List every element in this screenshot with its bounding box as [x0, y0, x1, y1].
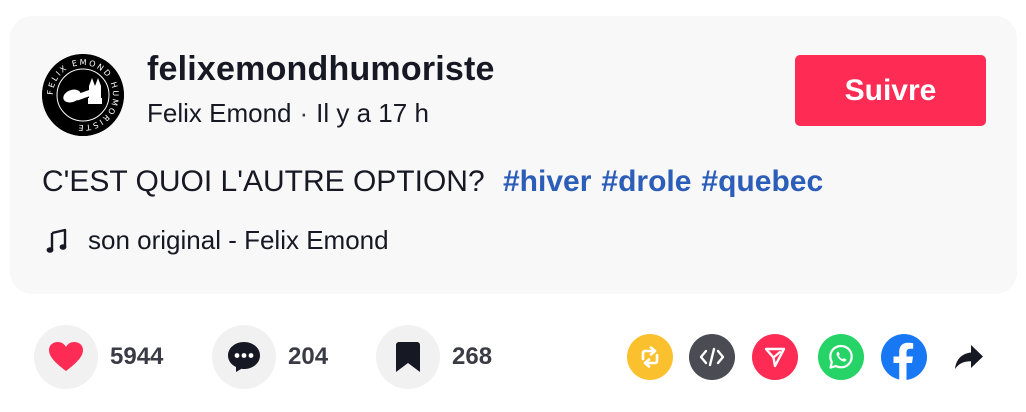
embed-icon — [699, 347, 725, 367]
post-card: FELIX EMOND HUMORISTE felixemondhumorist… — [10, 16, 1017, 294]
hashtag-link[interactable]: #drole — [601, 165, 691, 198]
send-to-friends-icon — [764, 347, 786, 368]
author-username[interactable]: felixemondhumoriste — [147, 50, 495, 89]
author-display-name[interactable]: Felix Emond — [147, 98, 292, 128]
send-to-friends-button[interactable] — [752, 334, 798, 380]
avatar-logo-icon: FELIX EMOND HUMORISTE — [42, 54, 124, 136]
hashtag-link[interactable]: #hiver — [503, 165, 591, 198]
save-button[interactable] — [376, 325, 440, 389]
post-time: Il y a 17 h — [316, 98, 429, 128]
separator-dot: · — [299, 98, 309, 128]
hashtag-link[interactable]: #quebec — [701, 165, 823, 198]
comment-count: 204 — [288, 343, 329, 370]
author-subline: Felix Emond · Il y a 17 h — [147, 98, 429, 129]
post-caption: C'EST QUOI L'AUTRE OPTION? #hiver #drole #… — [42, 165, 823, 199]
facebook-icon — [893, 342, 914, 380]
music-label: son original - Felix Emond — [88, 225, 389, 255]
follow-button[interactable]: Suivre — [795, 55, 986, 126]
comment-action: 204 — [212, 325, 328, 389]
save-action: 268 — [376, 325, 492, 389]
whatsapp-button[interactable] — [818, 334, 864, 380]
more-share-button[interactable] — [946, 334, 992, 380]
music-link[interactable]: son original - Felix Emond — [46, 225, 389, 256]
whatsapp-icon — [829, 344, 853, 369]
share-arrow-icon — [955, 345, 983, 369]
bookmark-icon — [396, 342, 420, 372]
comment-icon — [228, 342, 260, 372]
like-button[interactable] — [34, 325, 98, 389]
avatar[interactable]: FELIX EMOND HUMORISTE — [42, 54, 124, 136]
heart-icon — [49, 342, 83, 371]
like-count: 5944 — [110, 343, 164, 370]
repost-button[interactable] — [627, 334, 673, 380]
save-count: 268 — [452, 343, 493, 370]
facebook-button[interactable] — [881, 334, 927, 380]
comment-button[interactable] — [212, 325, 276, 389]
embed-button[interactable] — [689, 334, 735, 380]
music-note-icon — [46, 228, 67, 253]
repost-icon — [641, 346, 659, 368]
like-action: 5944 — [34, 325, 163, 389]
caption-text: C'EST QUOI L'AUTRE OPTION? — [42, 165, 485, 198]
